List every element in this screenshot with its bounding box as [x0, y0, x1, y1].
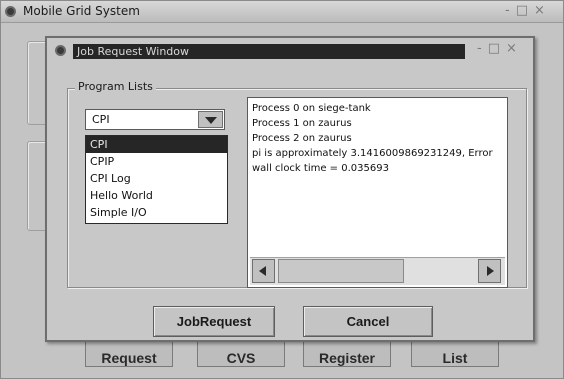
main-window: Mobile Grid System -□× Request CVS Regis…: [0, 0, 564, 379]
program-select[interactable]: CPI: [85, 109, 225, 130]
dialog-title-strip[interactable]: Job Request Window: [73, 44, 465, 59]
program-option-simple-io[interactable]: Simple I/O: [86, 204, 227, 221]
output-lines: Process 0 on siege-tank Process 1 on zau…: [252, 101, 504, 176]
job-request-dialog: Job Request Window -□× Program Lists CPI…: [45, 36, 535, 342]
output-text-area[interactable]: Process 0 on siege-tank Process 1 on zau…: [247, 97, 508, 288]
app-logo-icon: [5, 6, 16, 17]
arrow-left-icon: [259, 266, 266, 276]
dialog-maximize-icon[interactable]: □: [488, 41, 506, 56]
job-request-button[interactable]: JobRequest: [153, 306, 275, 337]
program-dropdown-list[interactable]: CPI CPIP CPI Log Hello World Simple I/O: [85, 135, 228, 224]
dialog-window-controls[interactable]: -□×: [477, 41, 523, 56]
program-option-cpi-log[interactable]: CPI Log: [86, 170, 227, 187]
scroll-thumb[interactable]: [278, 259, 404, 283]
program-select-value: CPI: [92, 113, 110, 126]
dialog-logo-icon: [55, 45, 66, 56]
scroll-left-button[interactable]: [252, 259, 275, 283]
dropdown-button[interactable]: [198, 111, 223, 128]
horizontal-scrollbar[interactable]: [250, 257, 505, 285]
output-line: pi is approximately 3.1416009869231249, …: [252, 148, 493, 159]
output-line: wall clock time = 0.035693: [252, 163, 389, 174]
cancel-button[interactable]: Cancel: [303, 306, 433, 337]
main-window-title: Mobile Grid System: [23, 4, 140, 18]
output-line: Process 2 on zaurus: [252, 133, 352, 144]
program-option-hello-world[interactable]: Hello World: [86, 187, 227, 204]
output-line: Process 0 on siege-tank: [252, 103, 371, 114]
window-controls[interactable]: -□×: [505, 3, 551, 18]
dialog-title: Job Request Window: [77, 45, 190, 58]
close-icon[interactable]: ×: [534, 3, 551, 18]
maximize-icon[interactable]: □: [516, 3, 534, 18]
main-titlebar[interactable]: Mobile Grid System -□×: [1, 1, 563, 23]
chevron-down-icon: [205, 117, 217, 124]
minimize-icon[interactable]: -: [505, 3, 516, 18]
scroll-right-button[interactable]: [478, 259, 501, 283]
program-lists-label: Program Lists: [75, 80, 156, 93]
program-option-cpi[interactable]: CPI: [86, 136, 227, 153]
arrow-right-icon: [487, 266, 494, 276]
dialog-close-icon[interactable]: ×: [506, 41, 523, 56]
dialog-minimize-icon[interactable]: -: [477, 41, 488, 56]
dialog-titlebar[interactable]: Job Request Window -□×: [47, 38, 533, 62]
output-line: Process 1 on zaurus: [252, 118, 352, 129]
program-option-cpip[interactable]: CPIP: [86, 153, 227, 170]
